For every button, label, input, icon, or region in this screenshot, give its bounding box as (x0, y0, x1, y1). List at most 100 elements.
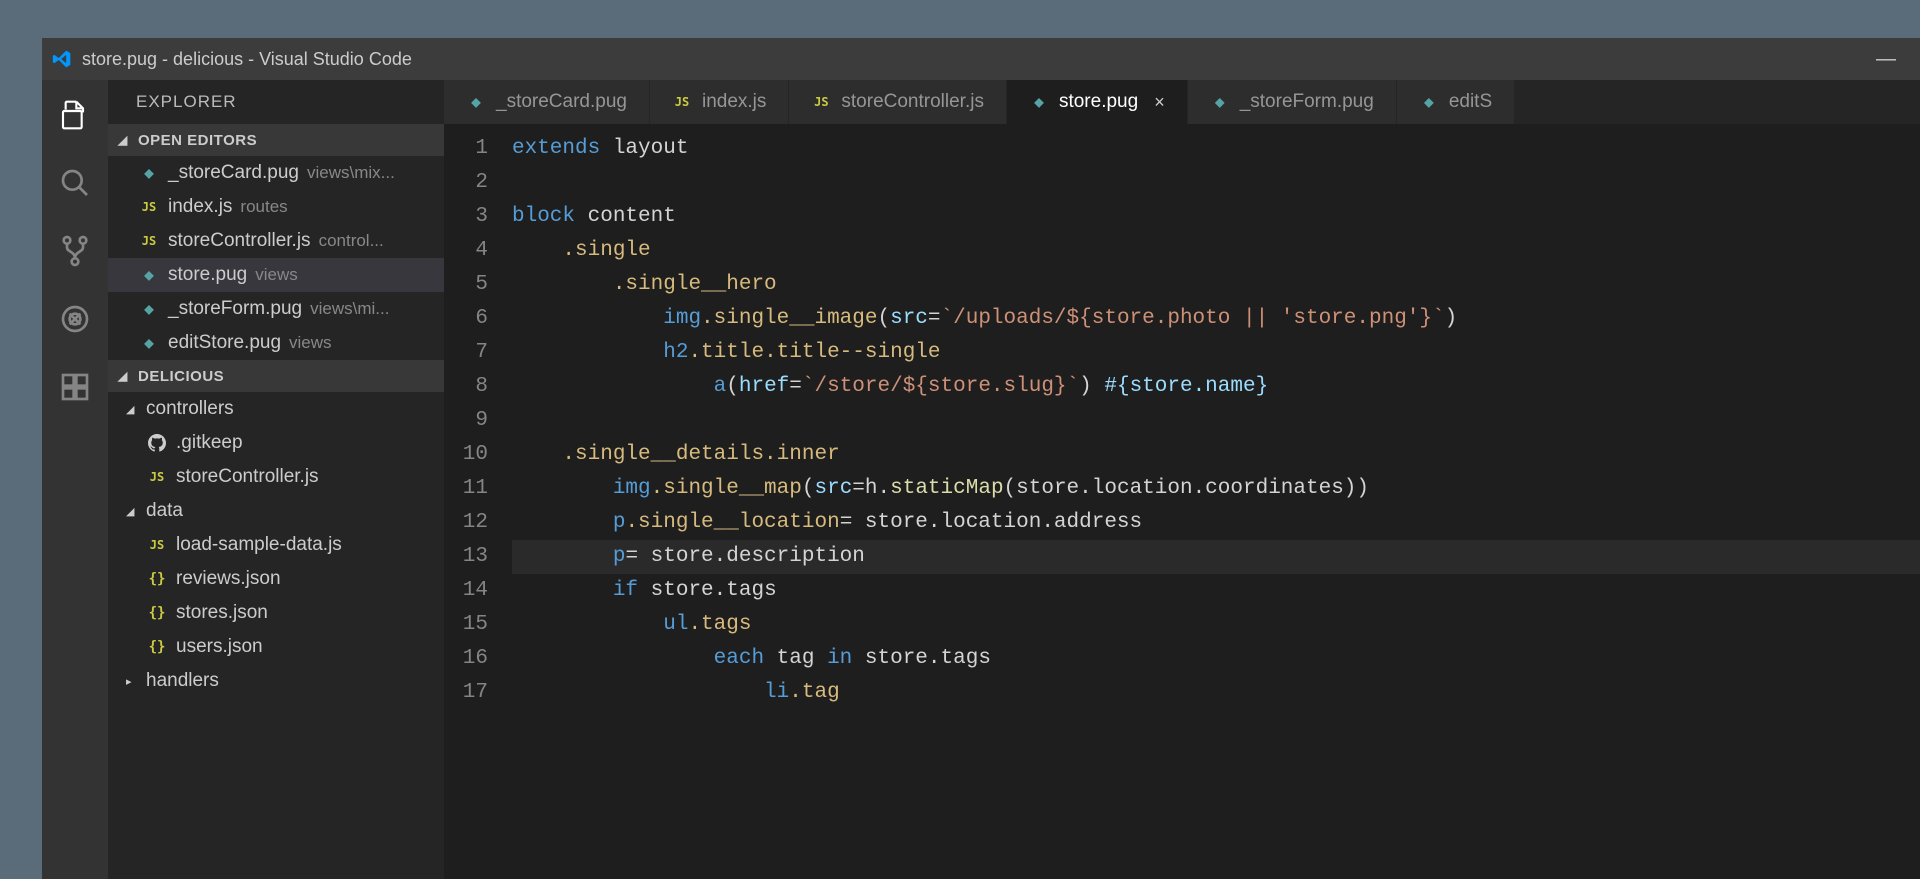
file-name: users.json (176, 636, 263, 658)
project-header[interactable]: ◢ DELICIOUS (108, 360, 444, 392)
code-line[interactable]: h2.title.title--single (512, 336, 1920, 370)
json-file-icon: {} (146, 568, 168, 590)
folder-item[interactable]: ◢ controllers (108, 392, 444, 426)
editor-tabs: ◆ _storeCard.pug JS index.js JS storeControll… (444, 80, 1920, 124)
file-path: control... (319, 231, 384, 251)
open-editor-item[interactable]: ◆_storeCard.pugviews\mix... (108, 156, 444, 190)
code-line[interactable]: img.single__image(src=`/uploads/${store.… (512, 302, 1920, 336)
tab-label: _storeCard.pug (496, 91, 627, 113)
folder-name: controllers (146, 398, 234, 420)
project-label: DELICIOUS (138, 368, 224, 385)
editor-tab[interactable]: JS index.js (650, 80, 789, 124)
debug-icon[interactable] (54, 298, 96, 340)
file-item[interactable]: {}reviews.json (108, 562, 444, 596)
code-line[interactable]: extends layout (512, 132, 1920, 166)
tab-label: store.pug (1059, 91, 1138, 113)
code-line[interactable] (512, 404, 1920, 438)
file-name: _storeCard.pug (168, 162, 299, 184)
open-editor-item[interactable]: JSindex.jsroutes (108, 190, 444, 224)
line-number: 14 (444, 574, 488, 608)
code-line[interactable]: p= store.description (512, 540, 1920, 574)
line-number: 17 (444, 676, 488, 710)
file-name: editStore.pug (168, 332, 281, 354)
editor-tab[interactable]: ◆store.pug× (1007, 80, 1188, 124)
code-line[interactable]: a(href=`/store/${store.slug}`) #{store.n… (512, 370, 1920, 404)
file-name: _storeForm.pug (168, 298, 302, 320)
code-line[interactable]: img.single__map(src=h.staticMap(store.lo… (512, 472, 1920, 506)
json-file-icon: {} (146, 636, 168, 658)
titlebar[interactable]: store.pug - delicious - Visual Studio Co… (42, 38, 1920, 80)
code-line[interactable]: .single__hero (512, 268, 1920, 302)
file-name: load-sample-data.js (176, 534, 342, 556)
code-line[interactable]: li.tag (512, 676, 1920, 710)
file-item[interactable]: JS storeController.js (108, 460, 444, 494)
folder-item[interactable]: ▸ handlers (108, 664, 444, 698)
code-line[interactable]: ul.tags (512, 608, 1920, 642)
main-area: EXPLORER ◢ OPEN EDITORS ◆ _storeCard.pugv… (42, 80, 1920, 879)
tab-label: storeController.js (841, 91, 984, 113)
code-line[interactable]: each tag in store.tags (512, 642, 1920, 676)
line-number: 4 (444, 234, 488, 268)
line-number: 10 (444, 438, 488, 472)
project-tree: ◢ controllers .gitkeep JS storeController.js… (108, 392, 444, 698)
file-path: views (255, 265, 298, 285)
close-icon[interactable]: × (1154, 92, 1165, 113)
sidebar: EXPLORER ◢ OPEN EDITORS ◆ _storeCard.pugv… (108, 80, 444, 879)
folder-item[interactable]: ◢data (108, 494, 444, 528)
window-controls: — (1876, 48, 1910, 71)
code-line[interactable] (512, 166, 1920, 200)
pug-file-icon: ◆ (138, 298, 160, 320)
open-editor-item[interactable]: ◆ _storeForm.pug views\mi... (108, 292, 444, 326)
line-gutter: 1234567891011121314151617 (444, 124, 512, 879)
pug-file-icon: ◆ (1210, 92, 1230, 112)
editor-tab[interactable]: JS storeController.js (789, 80, 1007, 124)
pug-file-icon: ◆ (138, 162, 160, 184)
extensions-icon[interactable] (54, 366, 96, 408)
open-editor-item[interactable]: ◆ editStore.pug views (108, 326, 444, 360)
file-item[interactable]: JSload-sample-data.js (108, 528, 444, 562)
file-item[interactable]: {} users.json (108, 630, 444, 664)
activity-bar (42, 80, 108, 879)
js-file-icon: JS (811, 92, 831, 112)
code-area[interactable]: extends layout block content .single .sin… (512, 124, 1920, 879)
file-path: views (289, 333, 332, 353)
js-file-icon: JS (672, 92, 692, 112)
sidebar-panel-title: EXPLORER (108, 80, 444, 124)
open-editors-header[interactable]: ◢ OPEN EDITORS (108, 124, 444, 156)
js-file-icon: JS (146, 466, 168, 488)
tab-label: _storeForm.pug (1240, 91, 1374, 113)
chevron-down-icon: ◢ (126, 403, 140, 416)
source-control-icon[interactable] (54, 230, 96, 272)
line-number: 11 (444, 472, 488, 506)
editor-tab[interactable]: ◆editS (1397, 80, 1515, 124)
line-number: 7 (444, 336, 488, 370)
explorer-icon[interactable] (54, 94, 96, 136)
vscode-logo-icon (52, 49, 72, 69)
code-line[interactable]: .single (512, 234, 1920, 268)
minimize-button[interactable]: — (1876, 48, 1896, 71)
open-editor-item[interactable]: ◆store.pugviews (108, 258, 444, 292)
tab-label: index.js (702, 91, 766, 113)
code-line[interactable]: .single__details.inner (512, 438, 1920, 472)
line-number: 1 (444, 132, 488, 166)
file-path: views\mi... (310, 299, 389, 319)
code-line[interactable]: block content (512, 200, 1920, 234)
chevron-right-icon: ▸ (126, 675, 140, 688)
editor-tab[interactable]: ◆ _storeForm.pug (1188, 80, 1397, 124)
editor-body[interactable]: 1234567891011121314151617 extends layout… (444, 124, 1920, 879)
window-title: store.pug - delicious - Visual Studio Co… (82, 49, 1876, 70)
search-icon[interactable] (54, 162, 96, 204)
pug-file-icon: ◆ (466, 92, 486, 112)
code-line[interactable]: if store.tags (512, 574, 1920, 608)
file-name: storeController.js (168, 230, 311, 252)
file-item[interactable]: {}stores.json (108, 596, 444, 630)
editor-tab[interactable]: ◆ _storeCard.pug (444, 80, 650, 124)
pug-file-icon: ◆ (138, 332, 160, 354)
folder-name: handlers (146, 670, 219, 692)
code-line[interactable]: p.single__location= store.location.addre… (512, 506, 1920, 540)
open-editor-item[interactable]: JSstoreController.jscontrol... (108, 224, 444, 258)
line-number: 8 (444, 370, 488, 404)
file-item[interactable]: .gitkeep (108, 426, 444, 460)
line-number: 16 (444, 642, 488, 676)
file-name: storeController.js (176, 466, 319, 488)
